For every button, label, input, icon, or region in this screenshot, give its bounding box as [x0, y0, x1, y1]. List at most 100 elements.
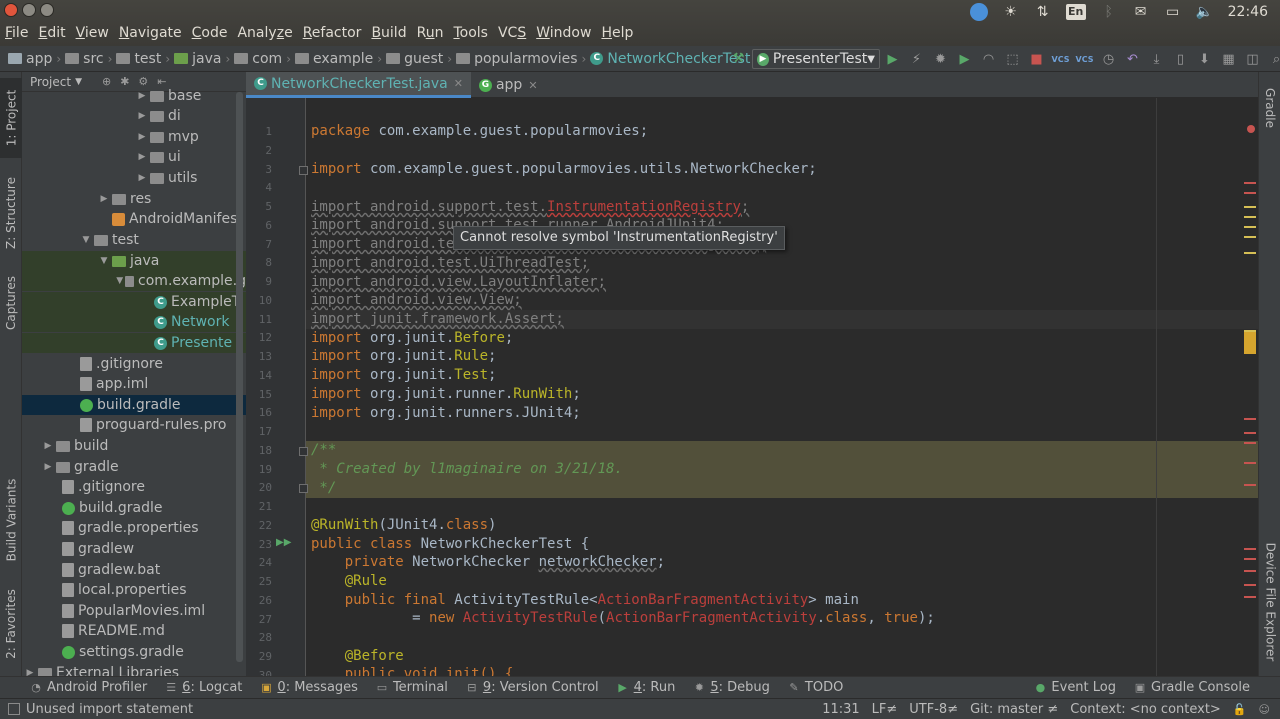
debug-icon[interactable]: ✹ — [932, 51, 949, 68]
volume-icon[interactable]: 🔈 — [1196, 4, 1214, 20]
menu-item-vcs[interactable]: VCS — [493, 22, 531, 44]
tree-node-proguard[interactable]: proguard-rules.pro — [22, 415, 246, 435]
tree-node-gitignore[interactable]: .gitignore — [22, 477, 246, 497]
menu-item-file[interactable]: File — [0, 22, 33, 44]
tree-node-settings-gradle[interactable]: settings.gradle — [22, 642, 246, 662]
tree-node-network-test[interactable]: C Network — [22, 312, 246, 332]
stop-icon[interactable]: ■ — [1028, 51, 1045, 68]
tree-node-java[interactable]: ▼ java — [22, 251, 246, 271]
tab-build-variants[interactable]: Build Variants — [0, 470, 22, 570]
breadcrumb-item[interactable]: example › — [293, 51, 384, 67]
error-stripe-mark[interactable] — [1244, 216, 1256, 218]
lock-icon[interactable]: 🔓 — [1233, 703, 1247, 716]
error-stripe-mark[interactable] — [1244, 462, 1256, 464]
bluetooth-icon[interactable]: ᛒ — [1100, 4, 1118, 20]
tree-node-external-libraries[interactable]: ▶ External Libraries — [22, 663, 246, 676]
breadcrumb-item[interactable]: popularmovies › — [454, 51, 588, 67]
tab-network-checker-test[interactable]: C NetworkCheckerTest.java ✕ — [246, 72, 471, 98]
toggle-tool-windows-icon[interactable] — [8, 703, 20, 715]
line-separator[interactable]: LF≠ — [872, 702, 898, 717]
tree-node-package[interactable]: ▼ com.example.g — [22, 271, 246, 291]
error-stripe-mark[interactable] — [1244, 226, 1256, 228]
attach-debugger-icon[interactable]: ⬚ — [1004, 51, 1021, 68]
tab-terminal[interactable]: ▭ Terminal — [367, 680, 457, 695]
tree-node-local-properties[interactable]: local.properties — [22, 580, 246, 600]
fold-icon[interactable] — [299, 165, 308, 175]
tree-node-utils[interactable]: ▶ utils — [22, 168, 246, 188]
tab-run[interactable]: ▶ 4: Run — [608, 680, 685, 695]
tab-messages[interactable]: ▣ 0: Messages — [251, 680, 367, 695]
git-branch[interactable]: Git: master ≠ — [970, 702, 1058, 717]
run-configuration-select[interactable]: ▶ PresenterTest ▼ — [752, 49, 880, 69]
fold-icon[interactable] — [299, 484, 308, 494]
avd-manager-icon[interactable]: ▯ — [1172, 51, 1189, 68]
menu-item-window[interactable]: Window — [531, 22, 596, 44]
tree-node-base[interactable]: ▶ base — [22, 86, 246, 106]
apply-changes-icon[interactable]: ⚡ — [908, 51, 925, 68]
file-encoding[interactable]: UTF-8≠ — [909, 702, 958, 717]
code-editor[interactable]: 1 2 3 4 5 6 7 8 9 10 11 12 13 14 15 16 17 18 19 20 21 22 23 24 2… — [246, 98, 1258, 676]
menu-item-code[interactable]: Code — [187, 22, 233, 44]
error-stripe-mark[interactable] — [1244, 252, 1256, 254]
breadcrumb-item[interactable]: java › — [172, 51, 232, 67]
tree-node-ui[interactable]: ▶ ui — [22, 147, 246, 167]
tree-node-build-gradle-app[interactable]: build.gradle — [22, 395, 246, 415]
clock[interactable]: 22:46 — [1228, 4, 1268, 20]
tab-app[interactable]: G app ✕ — [471, 72, 546, 98]
breadcrumb-item[interactable]: guest › — [384, 51, 454, 67]
menu-item-analyze[interactable]: Analyze — [232, 22, 297, 44]
menu-item-tools[interactable]: Tools — [448, 22, 493, 44]
breadcrumb-item[interactable]: src › — [63, 51, 114, 67]
menu-item-refactor[interactable]: Refactor — [298, 22, 367, 44]
caret-position-mark[interactable] — [1244, 332, 1256, 354]
tab-todo[interactable]: ✎ TODO — [779, 680, 852, 695]
breadcrumb-item[interactable]: com › — [232, 51, 293, 67]
run-icon[interactable]: ▶ — [884, 51, 901, 68]
error-stripe-mark[interactable] — [1244, 570, 1256, 572]
tree-node-gradle-properties[interactable]: gradle.properties — [22, 518, 246, 538]
sdk-manager-icon[interactable]: ⬇ — [1196, 51, 1213, 68]
tree-node-gradle[interactable]: ▶ gradle — [22, 457, 246, 477]
make-project-icon[interactable]: ⚒ — [730, 50, 747, 67]
tree-node-di[interactable]: ▶ di — [22, 106, 246, 126]
tree-node-manifest[interactable]: AndroidManifest — [22, 209, 246, 229]
tab-favorites[interactable]: 2: Favorites — [0, 582, 22, 666]
inspector-icon[interactable]: ☺ — [1259, 703, 1270, 716]
tab-captures[interactable]: Captures — [0, 268, 22, 338]
tab-project[interactable]: 1: Project — [0, 78, 22, 158]
battery-icon[interactable]: ▭ — [1164, 4, 1182, 20]
run-test-gutter-icon[interactable]: ▶▶ — [276, 537, 291, 548]
error-stripe-mark[interactable] — [1244, 418, 1256, 420]
tree-node-iml[interactable]: PopularMovies.iml — [22, 601, 246, 621]
tab-debug[interactable]: ✹ 5: Debug — [684, 680, 779, 695]
brightness-icon[interactable]: ☀ — [1002, 4, 1020, 20]
error-stripe-mark[interactable] — [1244, 236, 1256, 238]
menu-item-edit[interactable]: Edit — [33, 22, 70, 44]
tree-node-build[interactable]: ▶ build — [22, 436, 246, 456]
tree-node-gradlew-bat[interactable]: gradlew.bat — [22, 560, 246, 580]
tab-structure[interactable]: Z: Structure — [0, 168, 22, 258]
tree-node-gitignore-app[interactable]: .gitignore — [22, 354, 246, 374]
software-updater-icon[interactable] — [969, 3, 988, 21]
close-icon[interactable]: ✕ — [528, 79, 537, 92]
mail-icon[interactable]: ✉ — [1132, 4, 1150, 20]
tree-node-gradlew[interactable]: gradlew — [22, 539, 246, 559]
error-stripe-mark[interactable] — [1244, 192, 1256, 194]
error-stripe-mark[interactable] — [1244, 484, 1256, 486]
error-stripe-mark[interactable] — [1244, 206, 1256, 208]
caret-position[interactable]: 11:31 — [822, 702, 859, 717]
error-stripe-mark[interactable] — [1244, 442, 1256, 444]
close-icon[interactable]: ✕ — [454, 77, 463, 90]
error-stripe-mark[interactable] — [1244, 596, 1256, 598]
menu-item-help[interactable]: Help — [596, 22, 638, 44]
keyboard-layout-indicator[interactable]: En — [1065, 4, 1086, 20]
tab-gradle-console[interactable]: ▣ Gradle Console — [1125, 680, 1280, 695]
run-coverage-icon[interactable]: ▶ — [956, 51, 973, 68]
tab-event-log[interactable]: ● Event Log — [1025, 680, 1125, 695]
tab-android-profiler[interactable]: ◔ Android Profiler — [0, 680, 156, 695]
error-stripe-mark[interactable] — [1244, 584, 1256, 586]
tree-node-res[interactable]: ▶ res — [22, 189, 246, 209]
profile-icon[interactable]: ◠ — [980, 51, 997, 68]
tree-node-presenter-test[interactable]: C Presente — [22, 333, 246, 353]
error-stripe-mark[interactable] — [1244, 182, 1256, 184]
